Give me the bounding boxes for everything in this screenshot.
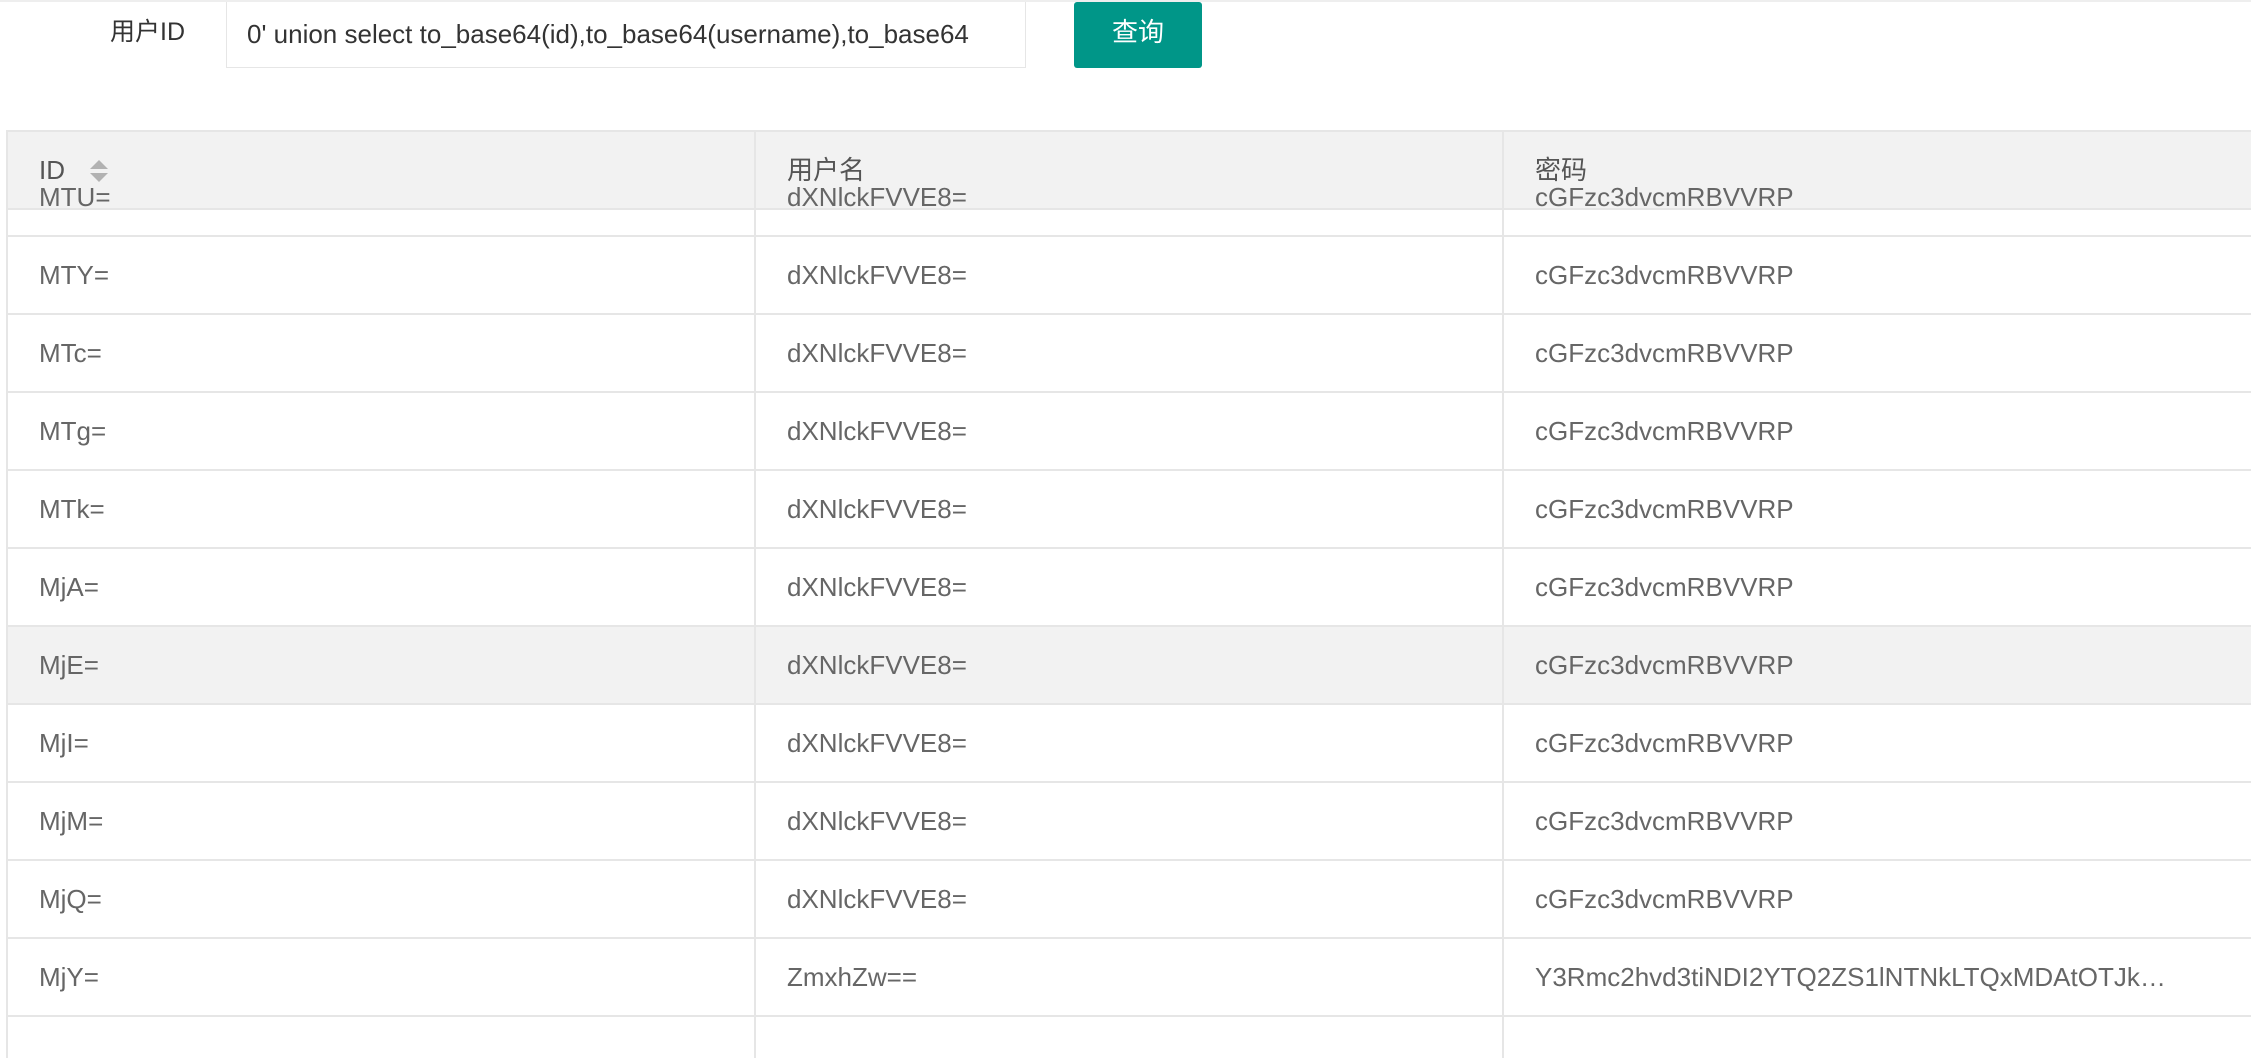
column-divider [1502,132,1504,1058]
cell-password: Y3Rmc2hvd3tiNDI2YTQ2ZS1lNTNkLTQxMDAtOTJk… [1535,962,2166,992]
cell-username: dXNlckFVVE8= [787,728,967,758]
table-row[interactable]: MjE= dXNlckFVVE8= cGFzc3dvcmRBVVRP [8,627,2251,705]
cell-username: dXNlckFVVE8= [787,884,967,914]
cell-id: MTc= [39,338,102,368]
table-row[interactable]: MTg= dXNlckFVVE8= cGFzc3dvcmRBVVRP [8,393,2251,471]
cell-password: cGFzc3dvcmRBVVRP [1535,416,1794,446]
table-row[interactable]: MTY= dXNlckFVVE8= cGFzc3dvcmRBVVRP [8,237,2251,315]
cell-password: cGFzc3dvcmRBVVRP [1535,494,1794,524]
cell-password: cGFzc3dvcmRBVVRP [1535,338,1794,368]
search-form: 用户ID 查询 [0,0,2251,70]
table-row[interactable]: MjI= dXNlckFVVE8= cGFzc3dvcmRBVVRP [8,705,2251,783]
cell-id: MTg= [39,416,107,446]
user-id-input[interactable] [226,2,1026,68]
cell-username: dXNlckFVVE8= [787,338,967,368]
cell-id: MTY= [39,260,110,290]
cell-username: dXNlckFVVE8= [787,182,967,212]
table-row[interactable]: MjY= ZmxhZw== Y3Rmc2hvd3tiNDI2YTQ2ZS1lNTNk… [8,939,2251,1017]
cell-username: dXNlckFVVE8= [787,806,967,836]
cell-password: cGFzc3dvcmRBVVRP [1535,260,1794,290]
search-label: 用户ID [110,18,186,46]
cell-password: cGFzc3dvcmRBVVRP [1535,650,1794,680]
cell-username: dXNlckFVVE8= [787,416,967,446]
table-row[interactable]: MTk= dXNlckFVVE8= cGFzc3dvcmRBVVRP [8,471,2251,549]
table-row[interactable]: MjM= dXNlckFVVE8= cGFzc3dvcmRBVVRP [8,783,2251,861]
table-row[interactable]: MTc= dXNlckFVVE8= cGFzc3dvcmRBVVRP [8,315,2251,393]
table-row[interactable]: MTU= dXNlckFVVE8= cGFzc3dvcmRBVVRP [8,159,2251,237]
cell-username: dXNlckFVVE8= [787,650,967,680]
cell-id: MjA= [39,572,99,602]
results-table: ID 用户名 密码 MTU= dXNlckFVVE8= cGFzc3dvcmRBVV… [6,130,2251,1058]
cell-password: cGFzc3dvcmRBVVRP [1535,806,1794,836]
cell-username: dXNlckFVVE8= [787,494,967,524]
cell-username: dXNlckFVVE8= [787,572,967,602]
cell-id: MjQ= [39,884,102,914]
cell-id: MjI= [39,728,89,758]
table-row[interactable]: MjQ= dXNlckFVVE8= cGFzc3dvcmRBVVRP [8,861,2251,939]
cell-id: MjE= [39,650,99,680]
cell-username: ZmxhZw== [787,962,918,992]
cell-password: cGFzc3dvcmRBVVRP [1535,884,1794,914]
cell-password: cGFzc3dvcmRBVVRP [1535,728,1794,758]
cell-id: MTU= [39,182,111,212]
cell-id: MjM= [39,806,104,836]
cell-username: dXNlckFVVE8= [787,260,967,290]
column-divider [754,132,756,1058]
query-button[interactable]: 查询 [1074,2,1202,68]
cell-password: cGFzc3dvcmRBVVRP [1535,182,1794,212]
cell-password: cGFzc3dvcmRBVVRP [1535,572,1794,602]
cell-id: MjY= [39,962,99,992]
cell-id: MTk= [39,494,105,524]
table-row[interactable]: MjA= dXNlckFVVE8= cGFzc3dvcmRBVVRP [8,549,2251,627]
